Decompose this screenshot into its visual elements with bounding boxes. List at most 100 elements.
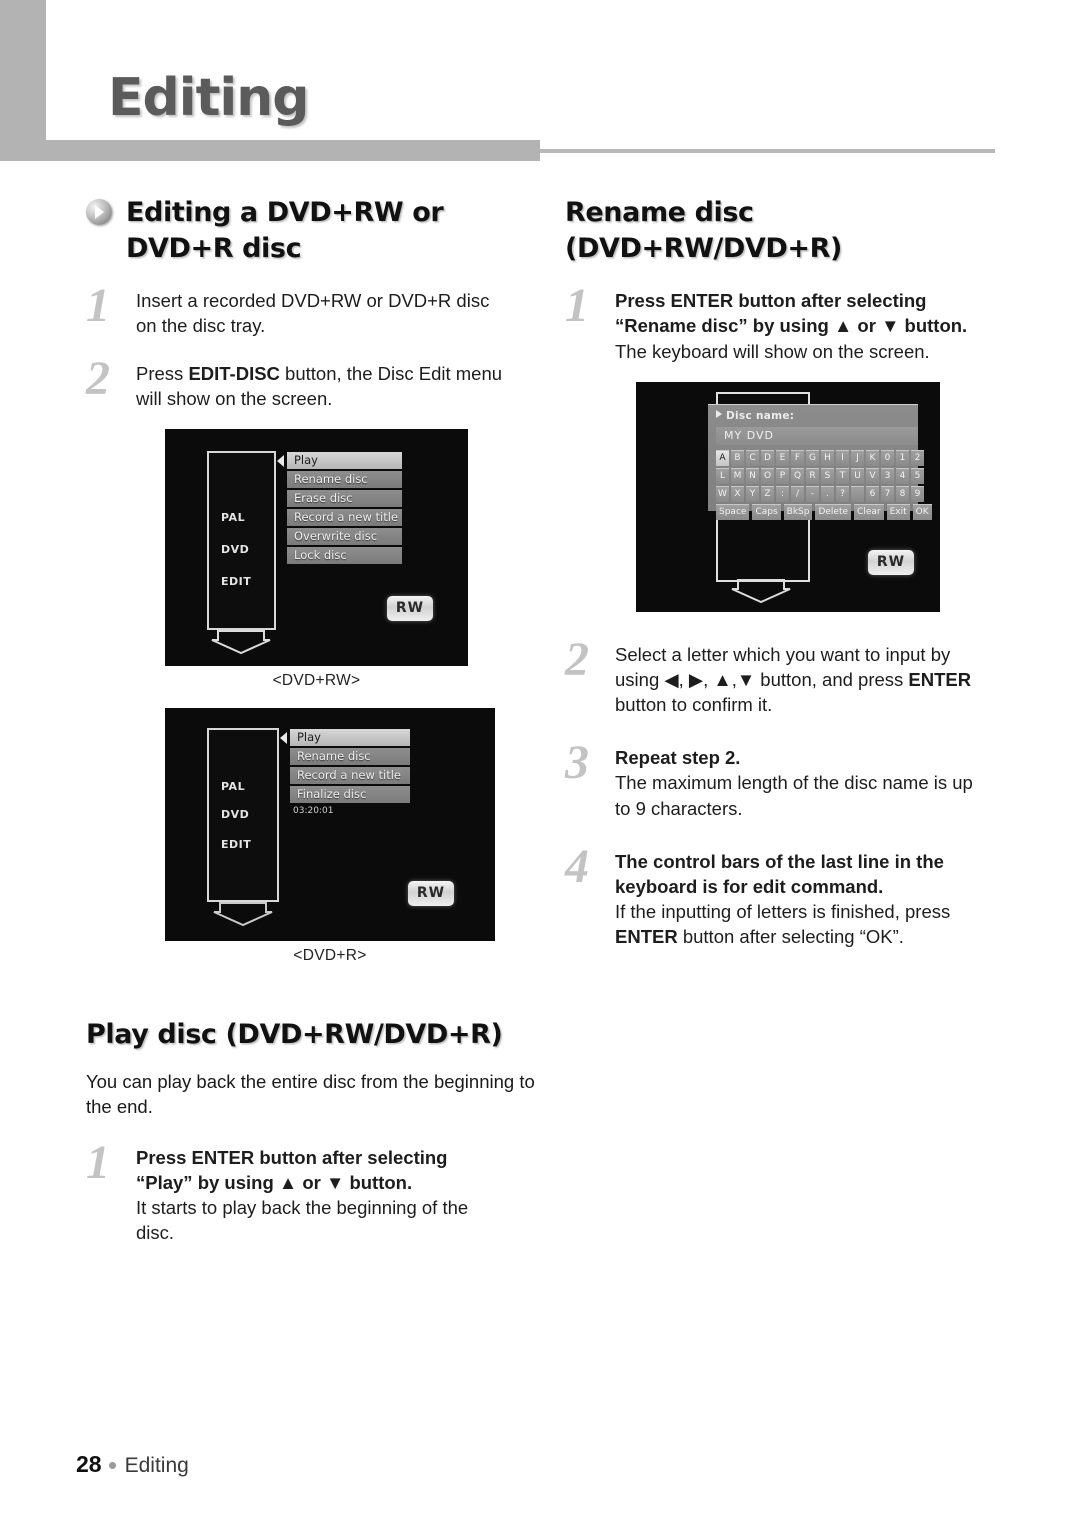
right-column: Rename disc (DVD+RW/DVD+R) 1 Press ENTER… <box>551 187 1020 949</box>
key-D[interactable]: D <box>761 449 774 466</box>
footer-label: Editing <box>124 1454 189 1477</box>
key-slash[interactable]: / <box>791 485 804 502</box>
heading-text: Rename disc (DVD+RW/DVD+R) <box>565 197 842 264</box>
step-bold-part-a: “Rename disc” by using <box>615 315 834 337</box>
key-9[interactable]: 9 <box>911 485 924 502</box>
step-plain-line-2: ENTER button after selecting “OK”. <box>615 924 1020 949</box>
step-text-suffix: button, the Disc Edit menu <box>279 362 503 384</box>
step-text-line-3: button to confirm it. <box>615 694 773 716</box>
page-number: 28 <box>76 1451 102 1477</box>
key-period[interactable]: . <box>821 485 834 502</box>
key-J[interactable]: J <box>851 449 864 466</box>
step-number: 1 <box>86 1135 110 1189</box>
key-dash[interactable]: - <box>806 485 819 502</box>
key-Q[interactable]: Q <box>791 467 804 484</box>
key-P[interactable]: P <box>776 467 789 484</box>
down-arrow-icon: ▼ <box>881 315 900 337</box>
key-R[interactable]: R <box>806 467 819 484</box>
step-plain-rest: button after selecting “OK”. <box>677 926 904 948</box>
down-arrow-icon: ▼ <box>736 668 756 690</box>
key-W[interactable]: W <box>716 485 729 502</box>
key-7[interactable]: 7 <box>881 485 894 502</box>
key-2[interactable]: 2 <box>911 449 924 466</box>
key-question[interactable]: ? <box>836 485 849 502</box>
key-bksp[interactable]: BkSp <box>783 503 813 520</box>
step-bold-part-c: button. <box>344 1171 413 1193</box>
step-select-letter: 2 Select a letter which you want to inpu… <box>565 635 1020 717</box>
osd-menu-item-record-new-title[interactable]: Record a new title <box>287 508 402 526</box>
page-title: Editing <box>108 68 309 128</box>
osd-label-edit: EDIT <box>221 574 252 588</box>
step-text-line-2: will show on the screen. <box>136 387 333 409</box>
left-arrow-icon: ◀ <box>664 668 679 690</box>
step-number: 1 <box>565 279 589 333</box>
step-text-line-2: on the disc tray. <box>136 315 266 337</box>
key-A[interactable]: A <box>716 449 729 466</box>
play-disc-intro: You can play back the entire disc from t… <box>86 1069 541 1119</box>
key-C[interactable]: C <box>746 449 759 466</box>
osd-menu-item-finalize-disc[interactable]: Finalize disc <box>290 785 410 803</box>
osd-down-arrow-icon <box>730 578 792 604</box>
up-arrow-icon: ▲ <box>833 315 853 337</box>
key-T[interactable]: T <box>836 467 849 484</box>
edit-disc-button-name: EDIT-DISC <box>188 362 280 384</box>
key-8[interactable]: 8 <box>896 485 909 502</box>
keyboard-row: L M N O P Q R S T U V 3 4 5 <box>716 467 932 484</box>
key-6[interactable]: 6 <box>866 485 879 502</box>
key-Z[interactable]: Z <box>761 485 774 502</box>
disc-name-label: Disc name: <box>716 409 795 422</box>
key-N[interactable]: N <box>746 467 759 484</box>
key-S[interactable]: S <box>821 467 834 484</box>
key-O[interactable]: O <box>761 467 774 484</box>
key-X[interactable]: X <box>731 485 744 502</box>
osd-label-dvd: DVD <box>221 542 250 556</box>
step-bold-part-c: button. <box>899 315 968 337</box>
key-F[interactable]: F <box>791 449 804 466</box>
key-E[interactable]: E <box>776 449 789 466</box>
key-ok[interactable]: OK <box>912 503 932 520</box>
key-M[interactable]: M <box>731 467 744 484</box>
key-1[interactable]: 1 <box>896 449 909 466</box>
triangle-icon <box>716 409 722 418</box>
key-caps[interactable]: Caps <box>752 503 781 520</box>
disc-name-input[interactable]: MY DVD <box>716 426 918 445</box>
step-text-line-1: Select a letter which you want to input … <box>615 643 951 665</box>
step-bold-part-a: “Play” by using <box>136 1171 279 1193</box>
key-V[interactable]: V <box>866 467 879 484</box>
key-0[interactable]: 0 <box>881 449 894 466</box>
header-vertical-bar <box>0 0 46 160</box>
step-text-prefix: Press <box>136 362 189 384</box>
key-3[interactable]: 3 <box>881 467 894 484</box>
step-bold-part-b: or <box>852 315 882 337</box>
key-K[interactable]: K <box>866 449 879 466</box>
section-heading-play-disc: Play disc (DVD+RW/DVD+R) <box>72 1008 541 1053</box>
figure-caption-dvd-rw: <DVD+RW> <box>272 671 361 689</box>
osd-menu-item-overwrite-disc[interactable]: Overwrite disc <box>287 527 402 545</box>
key-space[interactable]: Space <box>716 503 750 520</box>
key-delete[interactable]: Delete <box>815 503 852 520</box>
osd-menu-item-play[interactable]: Play <box>287 451 402 469</box>
osd-menu-item-record-new-title[interactable]: Record a new title <box>290 766 410 784</box>
heading-line-1: Editing a DVD+RW or <box>126 197 444 228</box>
key-5[interactable]: 5 <box>911 467 924 484</box>
key-colon[interactable]: : <box>776 485 789 502</box>
key-U[interactable]: U <box>851 467 864 484</box>
osd-menu-item-rename-disc[interactable]: Rename disc <box>287 470 402 488</box>
key-exit[interactable]: Exit <box>886 503 910 520</box>
osd-menu-item-play[interactable]: Play <box>290 728 410 746</box>
osd-menu-item-lock-disc[interactable]: Lock disc <box>287 546 402 564</box>
key-clear[interactable]: Clear <box>854 503 884 520</box>
key-G[interactable]: G <box>806 449 819 466</box>
osd-menu-item-erase-disc[interactable]: Erase disc <box>287 489 402 507</box>
key-Y[interactable]: Y <box>746 485 759 502</box>
key-H[interactable]: H <box>821 449 834 466</box>
step-plain-line-2: disc. <box>136 1222 175 1244</box>
key-blank[interactable] <box>851 485 864 502</box>
key-I[interactable]: I <box>836 449 849 466</box>
key-B[interactable]: B <box>731 449 744 466</box>
osd-label-edit: EDIT <box>221 837 252 851</box>
osd-menu-item-rename-disc[interactable]: Rename disc <box>290 747 410 765</box>
disc-name-label-text: Disc name: <box>726 409 795 422</box>
key-L[interactable]: L <box>716 467 729 484</box>
key-4[interactable]: 4 <box>896 467 909 484</box>
